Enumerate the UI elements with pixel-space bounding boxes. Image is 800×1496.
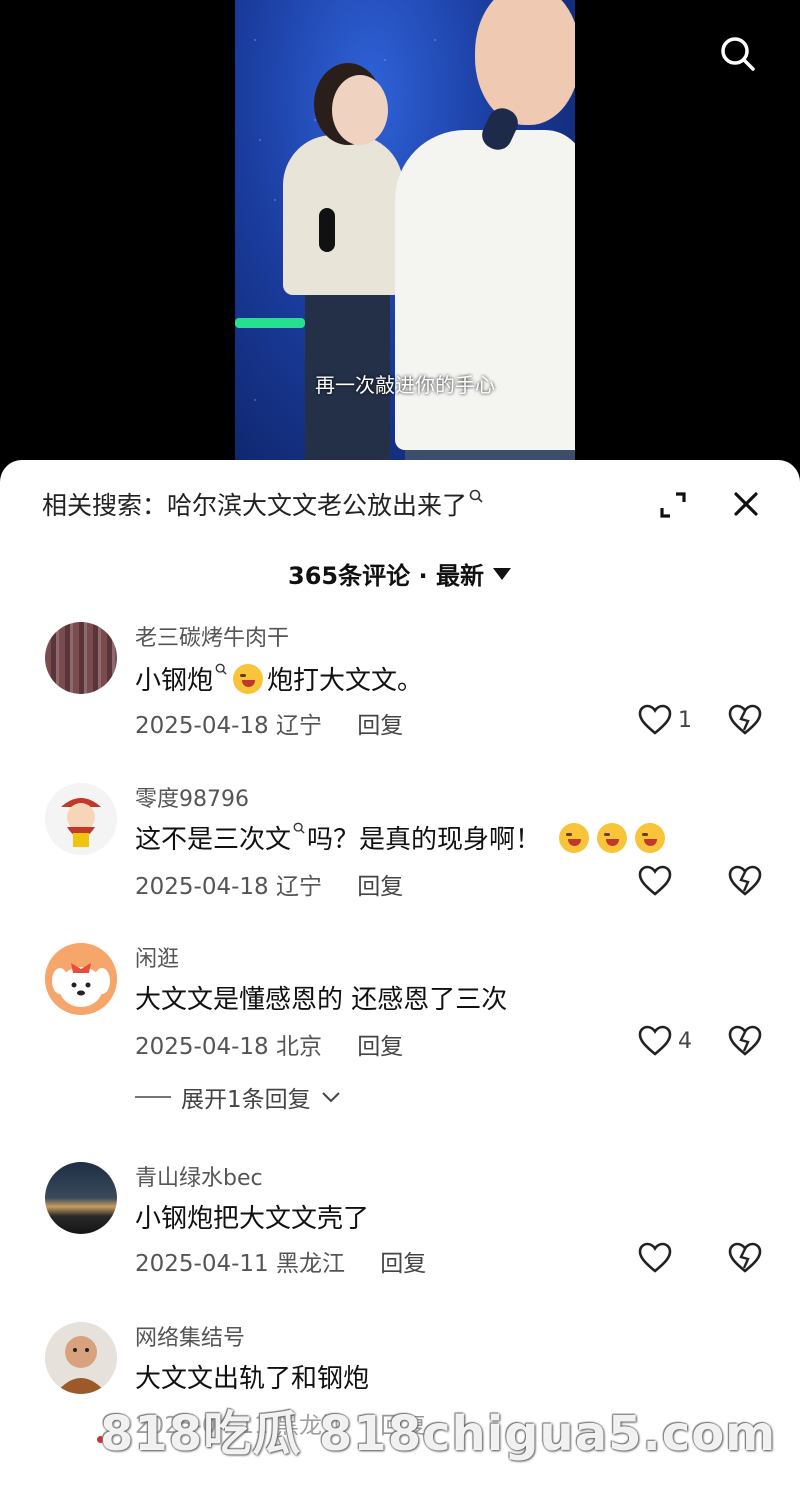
person-avatar-icon: [45, 1322, 117, 1394]
broken-heart-icon: [728, 1025, 762, 1056]
related-search-link[interactable]: 相关搜索：哈尔滨大文文老公放出来了: [42, 486, 483, 522]
comment-meta: 2025-04-18 北京 回复: [135, 1027, 403, 1061]
comment-username[interactable]: 青山绿水bec: [135, 1160, 263, 1192]
avatar[interactable]: [45, 783, 117, 855]
expand-button[interactable]: [656, 488, 690, 522]
search-button[interactable]: [716, 32, 760, 76]
avatar[interactable]: [45, 1322, 117, 1394]
comment-location: 辽宁: [275, 713, 322, 739]
crying-emoji-icon: [559, 822, 590, 853]
comment-text: 小钢炮把大文文壳了: [135, 1204, 370, 1234]
crying-emoji-icon: [635, 822, 666, 853]
comment-sheet: 相关搜索：哈尔滨大文文老公放出来了 365条评论 · 最新 老三碳烤牛肉干 小钢…: [0, 460, 800, 1496]
comment-meta: 2025-04-11 黑龙江 回复: [135, 1244, 426, 1278]
related-search-text: 相关搜索：哈尔滨大文文老公放出来了: [42, 491, 468, 520]
video-subtitle: 再一次敲进你的手心: [315, 373, 495, 397]
like-count: 1: [678, 707, 692, 733]
search-icon: [721, 37, 755, 71]
avatar[interactable]: [45, 622, 117, 694]
close-icon: [734, 492, 758, 516]
search-icon[interactable]: [215, 663, 227, 679]
dislike-button[interactable]: [728, 704, 762, 740]
comment-username[interactable]: 零度98796: [135, 781, 249, 813]
woman-figure: [283, 135, 403, 295]
like-button[interactable]: [638, 1242, 678, 1274]
search-icon[interactable]: [293, 822, 305, 838]
comment-text-part: 这不是三次文: [135, 825, 292, 855]
comment-date: 2025-04-18: [135, 874, 269, 900]
heart-icon: [638, 1242, 672, 1273]
man-head: [475, 0, 575, 125]
watermark: 818吃瓜 818chigua5.com: [100, 1406, 777, 1462]
dislike-button[interactable]: [728, 865, 762, 901]
reply-button[interactable]: 回复: [357, 874, 403, 900]
dislike-button[interactable]: [728, 1242, 762, 1278]
microphone: [319, 208, 335, 252]
avatar[interactable]: [45, 943, 117, 1015]
reply-button[interactable]: 回复: [380, 1251, 426, 1277]
like-button[interactable]: 4: [638, 1025, 692, 1057]
search-icon: [469, 489, 483, 507]
cartoon-avatar-icon: [45, 783, 117, 855]
expand-replies-label: 展开1条回复: [181, 1087, 311, 1113]
video-player[interactable]: 再一次敲进你的手心: [235, 0, 575, 470]
cartoon-dog-avatar-icon: [45, 943, 117, 1015]
close-button[interactable]: [728, 486, 764, 522]
comment-date: 2025-04-11: [135, 1251, 269, 1277]
comment-location: 北京: [275, 1034, 322, 1060]
comment-meta: 2025-04-18 辽宁 回复: [135, 706, 403, 740]
comment-username[interactable]: 闲逛: [135, 941, 179, 973]
comment-sort-dropdown[interactable]: 365条评论 · 最新: [0, 556, 800, 591]
avatar[interactable]: [45, 1162, 117, 1234]
comment-date: 2025-04-18: [135, 1034, 269, 1060]
crying-emoji-icon: [597, 822, 628, 853]
heart-icon: [638, 865, 672, 896]
reply-button[interactable]: 回复: [357, 1034, 403, 1060]
broken-heart-icon: [728, 704, 762, 735]
broken-heart-icon: [728, 1242, 762, 1273]
comment-text: 小钢炮 炮打大文文。: [135, 660, 423, 697]
comment-username[interactable]: 老三碳烤牛肉干: [135, 620, 289, 652]
man-figure: [395, 130, 575, 450]
dislike-button[interactable]: [728, 1025, 762, 1061]
expand-icon: [660, 492, 686, 518]
comment-text: 大文文出轨了和钢炮: [135, 1364, 370, 1394]
like-count: 4: [678, 1028, 692, 1054]
expand-replies-button[interactable]: 展开1条回复: [135, 1080, 341, 1114]
comment-text-part: 炮打大文文。: [267, 666, 424, 696]
crying-emoji-icon: [233, 663, 264, 694]
heart-icon: [638, 1025, 672, 1056]
comment-text: 大文文是懂感恩的 还感恩了三次: [135, 985, 508, 1015]
comment-count-sort-label: 365条评论 · 最新: [288, 562, 484, 590]
heart-icon: [638, 704, 672, 735]
broken-heart-icon: [728, 865, 762, 896]
comment-location: 黑龙江: [275, 1251, 345, 1277]
comment-text-part: 吗？是真的现身啊！: [307, 825, 542, 855]
comment-meta: 2025-04-18 辽宁 回复: [135, 867, 403, 901]
caret-down-icon: [492, 567, 511, 580]
stage-light: [235, 318, 305, 328]
divider-dash: [135, 1096, 171, 1098]
woman-head: [332, 75, 388, 145]
comment-date: 2025-04-18: [135, 713, 269, 739]
comment-text: 这不是三次文 吗？是真的现身啊！: [135, 819, 669, 856]
chevron-down-icon: [321, 1092, 340, 1103]
comment-text-part: 小钢炮: [135, 666, 214, 696]
reply-button[interactable]: 回复: [357, 713, 403, 739]
like-button[interactable]: 1: [638, 704, 692, 736]
comment-location: 辽宁: [275, 874, 322, 900]
like-button[interactable]: [638, 865, 678, 897]
comment-username[interactable]: 网络集结号: [135, 1320, 245, 1352]
